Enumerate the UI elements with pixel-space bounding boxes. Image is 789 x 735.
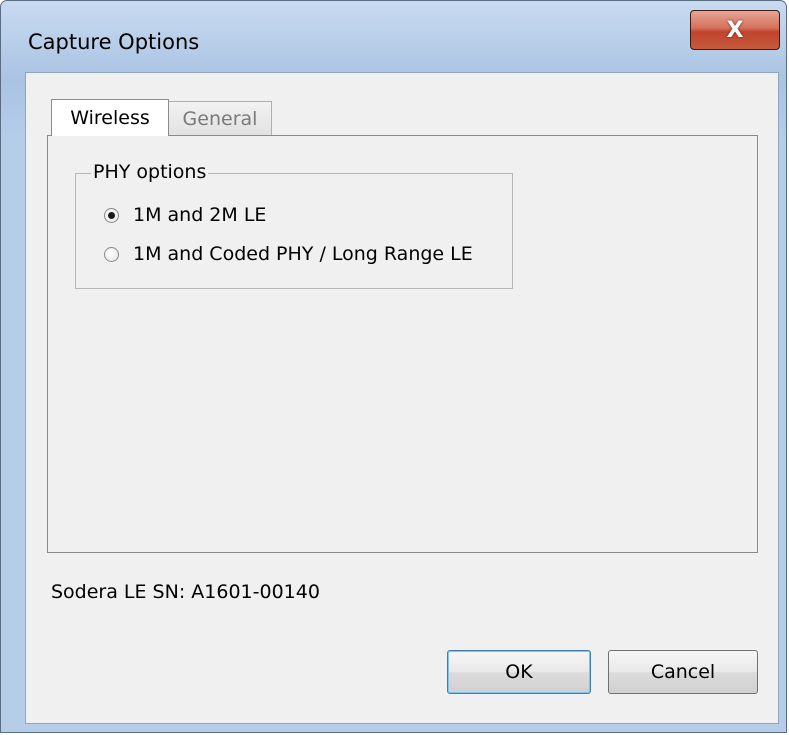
tab-wireless[interactable]: Wireless (51, 99, 169, 136)
phy-options-label: PHY options (91, 161, 209, 183)
radio-button-coded-phy[interactable] (104, 246, 119, 262)
capture-options-dialog: Capture Options X Wireless General PHY o… (0, 0, 787, 733)
radio-option-coded-phy[interactable]: 1M and Coded PHY / Long Range LE (104, 243, 473, 265)
tab-wireless-label: Wireless (70, 107, 150, 129)
dialog-client-area: Wireless General PHY options 1M and 2M L… (25, 72, 779, 724)
close-icon: X (726, 17, 744, 43)
tab-general[interactable]: General (168, 101, 272, 135)
cancel-button[interactable]: Cancel (608, 650, 758, 694)
tab-general-label: General (182, 107, 258, 130)
radio-option-1m-2m[interactable]: 1M and 2M LE (104, 204, 266, 226)
wireless-tab-panel: PHY options 1M and 2M LE 1M and Coded PH… (47, 135, 758, 553)
radio-label-1m-2m: 1M and 2M LE (133, 204, 267, 226)
radio-selected-dot (108, 211, 115, 219)
radio-button-1m-2m[interactable] (104, 207, 119, 223)
serial-number-text: Sodera LE SN: A1601-00140 (51, 581, 320, 603)
ok-button[interactable]: OK (447, 650, 591, 694)
radio-label-coded-phy: 1M and Coded PHY / Long Range LE (133, 243, 473, 265)
close-button[interactable]: X (690, 10, 780, 50)
dialog-title: Capture Options (28, 30, 200, 54)
phy-options-groupbox: PHY options 1M and 2M LE 1M and Coded PH… (75, 161, 513, 289)
